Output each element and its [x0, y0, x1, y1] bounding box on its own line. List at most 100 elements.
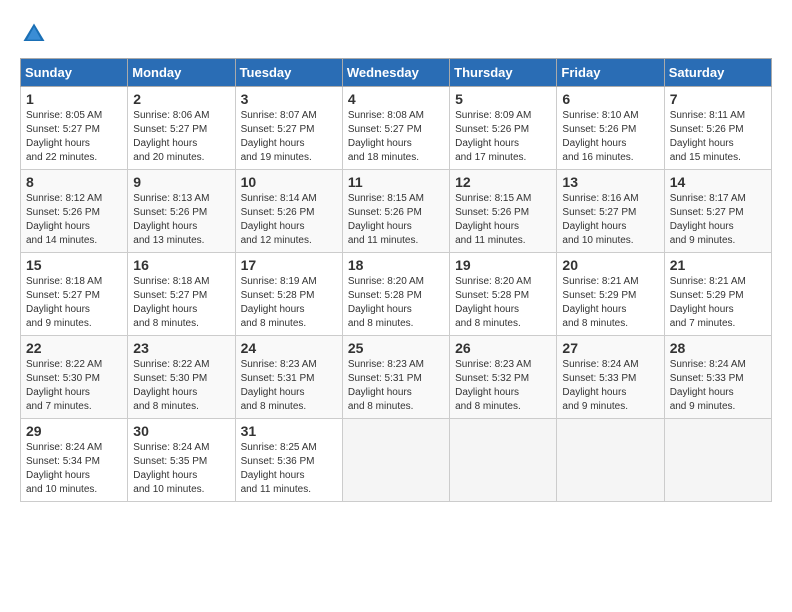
calendar-cell: 5 Sunrise: 8:09 AMSunset: 5:26 PMDaylight…: [450, 87, 557, 170]
calendar-cell: 2 Sunrise: 8:06 AMSunset: 5:27 PMDaylight…: [128, 87, 235, 170]
calendar-cell: 23 Sunrise: 8:22 AMSunset: 5:30 PMDayligh…: [128, 336, 235, 419]
calendar-cell: [450, 419, 557, 502]
day-number: 8: [26, 174, 122, 190]
day-info: Sunrise: 8:20 AMSunset: 5:28 PMDaylight …: [455, 275, 551, 331]
day-number: 20: [562, 257, 658, 273]
day-number: 4: [348, 91, 444, 107]
calendar-cell: 8 Sunrise: 8:12 AMSunset: 5:26 PMDaylight…: [21, 170, 128, 253]
day-number: 6: [562, 91, 658, 107]
day-info: Sunrise: 8:24 AMSunset: 5:33 PMDaylight …: [670, 358, 766, 414]
day-info: Sunrise: 8:17 AMSunset: 5:27 PMDaylight …: [670, 192, 766, 248]
calendar-table: SundayMondayTuesdayWednesdayThursdayFrid…: [20, 58, 772, 502]
day-info: Sunrise: 8:25 AMSunset: 5:36 PMDaylight …: [241, 441, 337, 497]
day-info: Sunrise: 8:23 AMSunset: 5:32 PMDaylight …: [455, 358, 551, 414]
day-number: 26: [455, 340, 551, 356]
day-number: 29: [26, 423, 122, 439]
calendar-cell: 21 Sunrise: 8:21 AMSunset: 5:29 PMDayligh…: [664, 253, 771, 336]
calendar-cell: 20 Sunrise: 8:21 AMSunset: 5:29 PMDayligh…: [557, 253, 664, 336]
day-info: Sunrise: 8:12 AMSunset: 5:26 PMDaylight …: [26, 192, 122, 248]
day-number: 10: [241, 174, 337, 190]
day-info: Sunrise: 8:23 AMSunset: 5:31 PMDaylight …: [241, 358, 337, 414]
day-info: Sunrise: 8:20 AMSunset: 5:28 PMDaylight …: [348, 275, 444, 331]
day-info: Sunrise: 8:15 AMSunset: 5:26 PMDaylight …: [455, 192, 551, 248]
day-info: Sunrise: 8:22 AMSunset: 5:30 PMDaylight …: [133, 358, 229, 414]
weekday-header-wednesday: Wednesday: [342, 59, 449, 87]
calendar-cell: 3Sunrise: 8:07 AMSunset: 5:27 PMDaylight…: [235, 87, 342, 170]
day-info: Sunrise: 8:09 AMSunset: 5:26 PMDaylight …: [455, 109, 551, 165]
day-info: Sunrise: 8:19 AMSunset: 5:28 PMDaylight …: [241, 275, 337, 331]
day-number: 25: [348, 340, 444, 356]
calendar-cell: 28Sunrise: 8:24 AMSunset: 5:33 PMDayligh…: [664, 336, 771, 419]
day-number: 7: [670, 91, 766, 107]
weekday-header-saturday: Saturday: [664, 59, 771, 87]
calendar-cell: [342, 419, 449, 502]
day-info: Sunrise: 8:07 AMSunset: 5:27 PMDaylight …: [241, 109, 337, 165]
calendar-cell: 7 Sunrise: 8:11 AMSunset: 5:26 PMDaylight…: [664, 87, 771, 170]
calendar-week-2: 8 Sunrise: 8:12 AMSunset: 5:26 PMDaylight…: [21, 170, 772, 253]
calendar-cell: 25 Sunrise: 8:23 AMSunset: 5:31 PMDayligh…: [342, 336, 449, 419]
logo-icon: [20, 20, 48, 48]
weekday-header-tuesday: Tuesday: [235, 59, 342, 87]
day-number: 2: [133, 91, 229, 107]
calendar-cell: 17 Sunrise: 8:19 AMSunset: 5:28 PMDayligh…: [235, 253, 342, 336]
calendar-cell: 29Sunrise: 8:24 AMSunset: 5:34 PMDayligh…: [21, 419, 128, 502]
calendar-cell: 16 Sunrise: 8:18 AMSunset: 5:27 PMDayligh…: [128, 253, 235, 336]
day-info: Sunrise: 8:10 AMSunset: 5:26 PMDaylight …: [562, 109, 658, 165]
day-info: Sunrise: 8:21 AMSunset: 5:29 PMDaylight …: [562, 275, 658, 331]
calendar-cell: 15 Sunrise: 8:18 AMSunset: 5:27 PMDayligh…: [21, 253, 128, 336]
calendar-cell: 9 Sunrise: 8:13 AMSunset: 5:26 PMDaylight…: [128, 170, 235, 253]
day-number: 18: [348, 257, 444, 273]
day-number: 23: [133, 340, 229, 356]
calendar-cell: 1 Sunrise: 8:05 AMSunset: 5:27 PMDaylight…: [21, 87, 128, 170]
calendar-cell: 26 Sunrise: 8:23 AMSunset: 5:32 PMDayligh…: [450, 336, 557, 419]
day-info: Sunrise: 8:13 AMSunset: 5:26 PMDaylight …: [133, 192, 229, 248]
day-number: 1: [26, 91, 122, 107]
weekday-header-monday: Monday: [128, 59, 235, 87]
day-info: Sunrise: 8:14 AMSunset: 5:26 PMDaylight …: [241, 192, 337, 248]
calendar-cell: 13Sunrise: 8:16 AMSunset: 5:27 PMDayligh…: [557, 170, 664, 253]
weekday-header-thursday: Thursday: [450, 59, 557, 87]
calendar-cell: 24 Sunrise: 8:23 AMSunset: 5:31 PMDayligh…: [235, 336, 342, 419]
day-info: Sunrise: 8:11 AMSunset: 5:26 PMDaylight …: [670, 109, 766, 165]
day-number: 12: [455, 174, 551, 190]
day-info: Sunrise: 8:06 AMSunset: 5:27 PMDaylight …: [133, 109, 229, 165]
day-info: Sunrise: 8:23 AMSunset: 5:31 PMDaylight …: [348, 358, 444, 414]
day-number: 19: [455, 257, 551, 273]
day-number: 21: [670, 257, 766, 273]
calendar-cell: 14Sunrise: 8:17 AMSunset: 5:27 PMDayligh…: [664, 170, 771, 253]
calendar-cell: 27Sunrise: 8:24 AMSunset: 5:33 PMDayligh…: [557, 336, 664, 419]
day-number: 5: [455, 91, 551, 107]
weekday-header-friday: Friday: [557, 59, 664, 87]
day-number: 22: [26, 340, 122, 356]
calendar-cell: 31 Sunrise: 8:25 AMSunset: 5:36 PMDayligh…: [235, 419, 342, 502]
day-number: 13: [562, 174, 658, 190]
page-header: [20, 20, 772, 48]
calendar-cell: 6 Sunrise: 8:10 AMSunset: 5:26 PMDaylight…: [557, 87, 664, 170]
calendar-cell: 18 Sunrise: 8:20 AMSunset: 5:28 PMDayligh…: [342, 253, 449, 336]
calendar-body: 1 Sunrise: 8:05 AMSunset: 5:27 PMDaylight…: [21, 87, 772, 502]
calendar-week-3: 15 Sunrise: 8:18 AMSunset: 5:27 PMDayligh…: [21, 253, 772, 336]
calendar-week-4: 22 Sunrise: 8:22 AMSunset: 5:30 PMDayligh…: [21, 336, 772, 419]
calendar-header-row: SundayMondayTuesdayWednesdayThursdayFrid…: [21, 59, 772, 87]
day-number: 30: [133, 423, 229, 439]
day-info: Sunrise: 8:18 AMSunset: 5:27 PMDaylight …: [26, 275, 122, 331]
day-info: Sunrise: 8:21 AMSunset: 5:29 PMDaylight …: [670, 275, 766, 331]
calendar-cell: 4Sunrise: 8:08 AMSunset: 5:27 PMDaylight…: [342, 87, 449, 170]
calendar-week-5: 29Sunrise: 8:24 AMSunset: 5:34 PMDayligh…: [21, 419, 772, 502]
calendar-cell: 30 Sunrise: 8:24 AMSunset: 5:35 PMDayligh…: [128, 419, 235, 502]
day-info: Sunrise: 8:18 AMSunset: 5:27 PMDaylight …: [133, 275, 229, 331]
day-number: 9: [133, 174, 229, 190]
day-number: 17: [241, 257, 337, 273]
day-number: 31: [241, 423, 337, 439]
day-number: 24: [241, 340, 337, 356]
day-info: Sunrise: 8:24 AMSunset: 5:35 PMDaylight …: [133, 441, 229, 497]
day-info: Sunrise: 8:05 AMSunset: 5:27 PMDaylight …: [26, 109, 122, 165]
calendar-cell: 12 Sunrise: 8:15 AMSunset: 5:26 PMDayligh…: [450, 170, 557, 253]
weekday-header-sunday: Sunday: [21, 59, 128, 87]
day-info: Sunrise: 8:24 AMSunset: 5:33 PMDaylight …: [562, 358, 658, 414]
day-number: 15: [26, 257, 122, 273]
day-number: 16: [133, 257, 229, 273]
calendar-cell: [557, 419, 664, 502]
calendar-cell: 19 Sunrise: 8:20 AMSunset: 5:28 PMDayligh…: [450, 253, 557, 336]
day-info: Sunrise: 8:22 AMSunset: 5:30 PMDaylight …: [26, 358, 122, 414]
